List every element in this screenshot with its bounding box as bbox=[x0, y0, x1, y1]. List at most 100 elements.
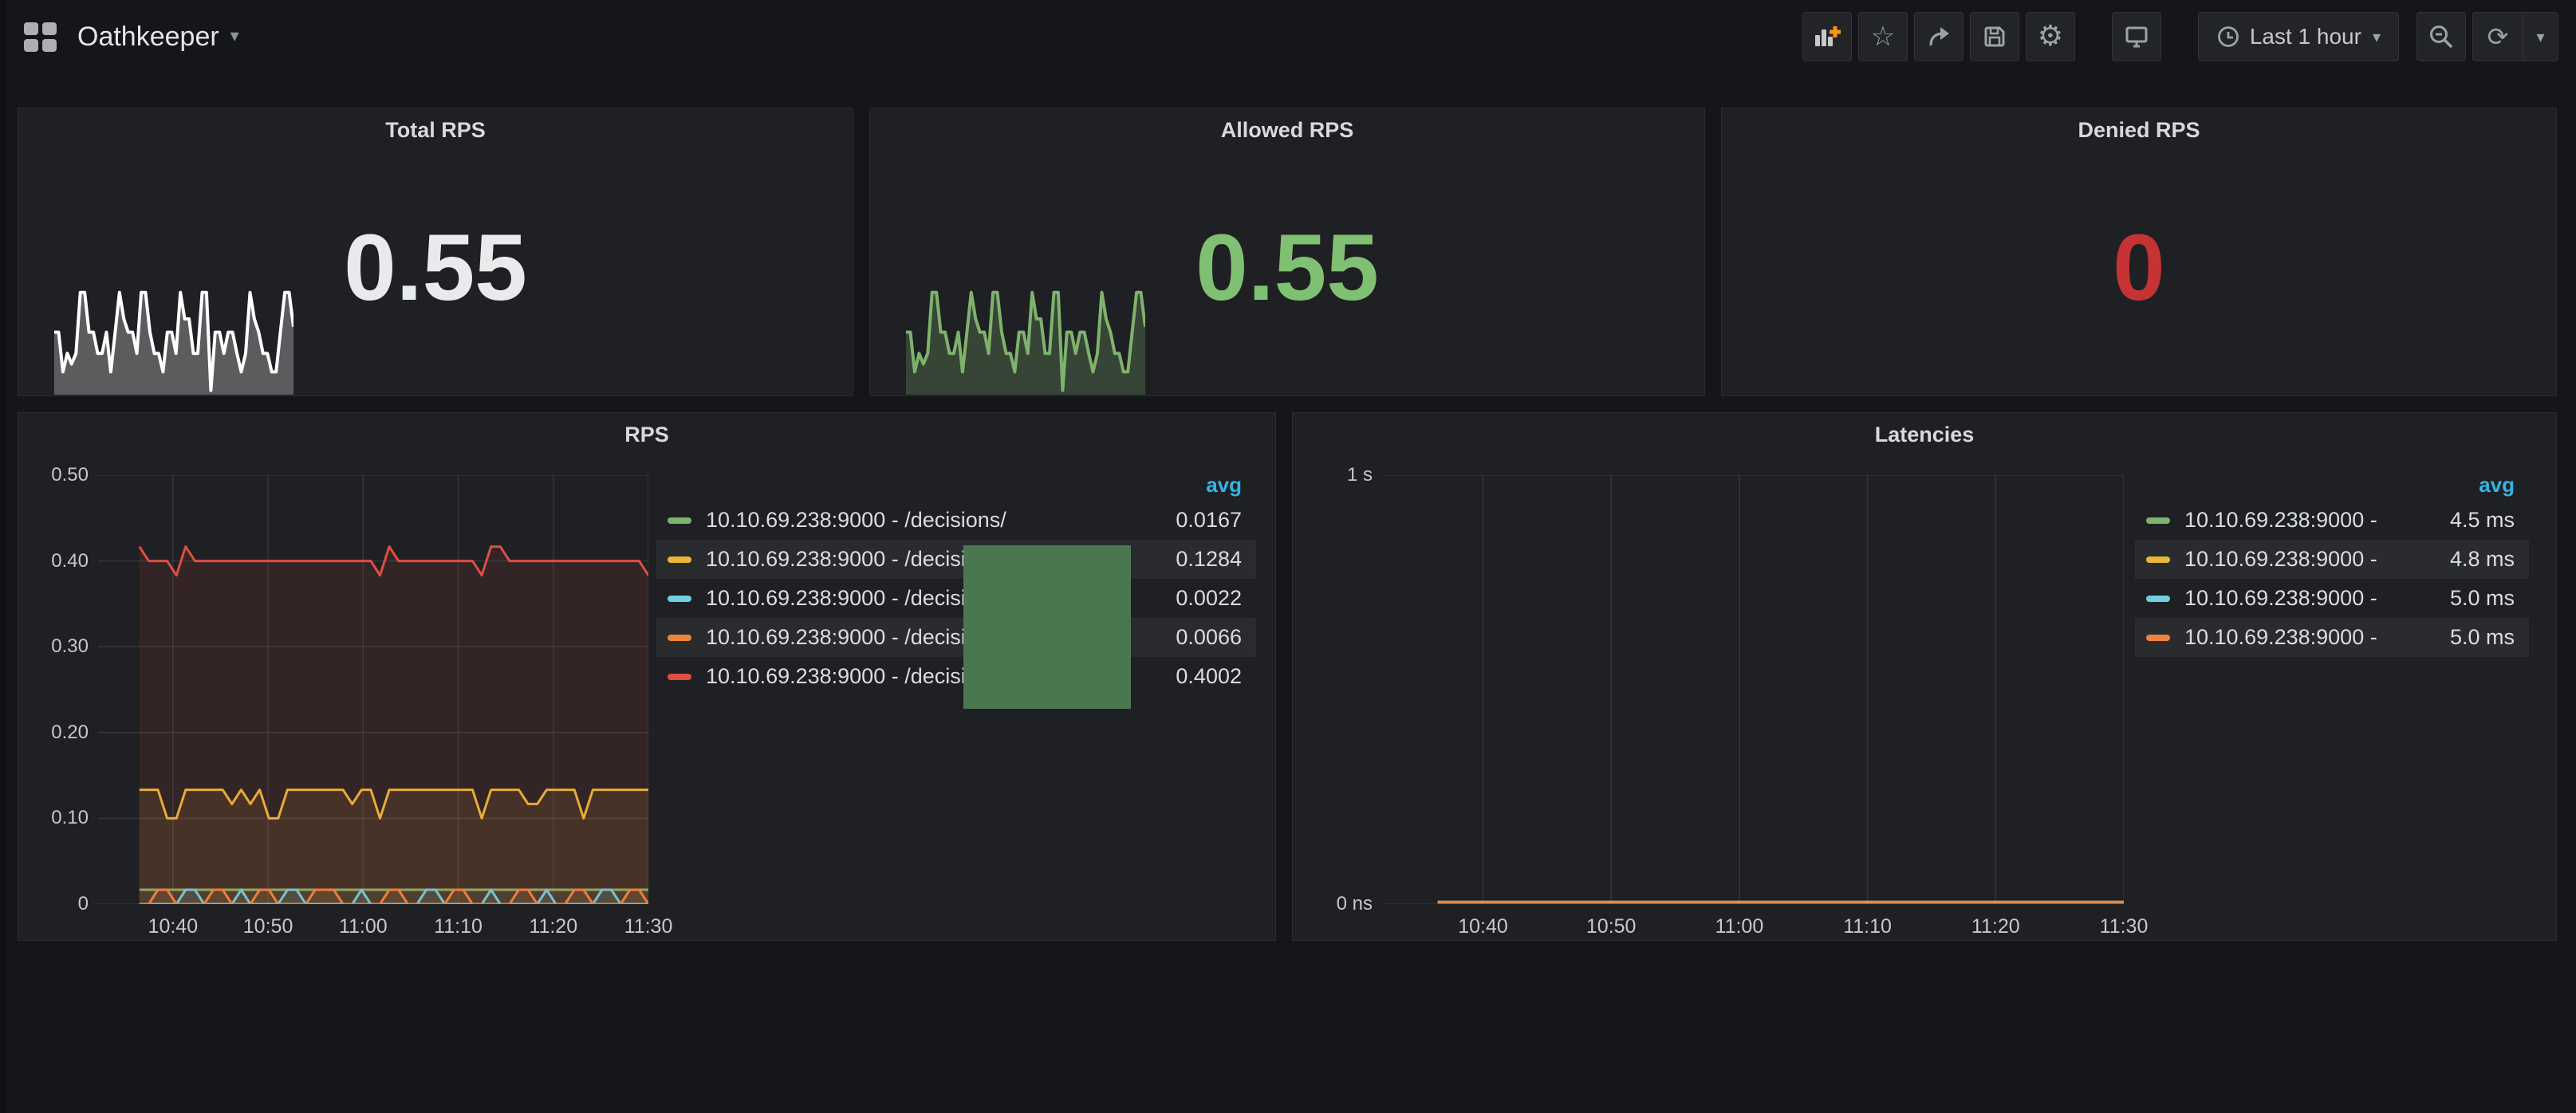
sidebar-edge bbox=[0, 0, 6, 1113]
series-color-swatch[interactable] bbox=[2146, 517, 2170, 524]
stat-value: 0.55 bbox=[18, 217, 853, 321]
panel-latencies-graph: Latencies 1 s0 ns10:4010:5011:0011:1011:… bbox=[1292, 412, 2557, 941]
legend-row[interactable]: 10.10.69.238:9000 - p1005.0 ms bbox=[2135, 618, 2529, 657]
zoom-out-icon bbox=[2428, 24, 2454, 49]
series-name[interactable]: 10.10.69.238:9000 - /decisions/ bbox=[706, 586, 1006, 611]
legend-row[interactable]: 10.10.69.238:9000 - p904.5 ms bbox=[2135, 501, 2529, 540]
legend-row[interactable]: 10.10.69.238:9000 - /decisions/0.1284 bbox=[656, 540, 1256, 579]
x-axis-tick: 11:30 bbox=[624, 915, 673, 938]
series-color-swatch[interactable] bbox=[668, 635, 691, 641]
refresh-caret-icon: ▾ bbox=[2536, 29, 2544, 45]
star-button[interactable]: ☆ bbox=[1858, 12, 1908, 61]
series-name[interactable]: 10.10.69.238:9000 - p99 bbox=[2184, 586, 2379, 611]
series-color-swatch[interactable] bbox=[2146, 556, 2170, 563]
latencies-legend: avg10.10.69.238:9000 - p904.5 ms10.10.69… bbox=[2135, 469, 2529, 657]
dashboards-grid-icon[interactable] bbox=[24, 22, 57, 52]
grid-square bbox=[24, 39, 38, 52]
series-name[interactable]: 10.10.69.238:9000 - /decisions/ bbox=[706, 508, 1006, 533]
legend-avg-header[interactable]: avg bbox=[2135, 469, 2529, 501]
series-name[interactable]: 10.10.69.238:9000 - /decisions/ bbox=[706, 664, 1006, 689]
panel-title[interactable]: Total RPS bbox=[18, 118, 853, 143]
monitor-icon bbox=[2124, 24, 2149, 49]
legend-row[interactable]: 10.10.69.238:9000 - /decisions/0.0167 bbox=[656, 501, 1256, 540]
series-name[interactable]: 10.10.69.238:9000 - p95 bbox=[2184, 547, 2379, 572]
series-color-swatch[interactable] bbox=[668, 596, 691, 602]
y-axis-tick: 0 bbox=[30, 893, 89, 915]
legend-avg-header[interactable]: avg bbox=[656, 469, 1256, 501]
gear-icon: ⚙ bbox=[2038, 22, 2063, 51]
grid-square bbox=[24, 22, 38, 35]
grid-square bbox=[42, 22, 57, 35]
stat-value: 0.55 bbox=[870, 217, 1704, 321]
time-range-label: Last 1 hour bbox=[2250, 24, 2361, 49]
panel-title[interactable]: Allowed RPS bbox=[870, 118, 1704, 143]
panel-allowed-rps: Allowed RPS 0.55 bbox=[869, 108, 1705, 396]
legend-row[interactable]: 10.10.69.238:9000 - /decisions/0.0022 bbox=[656, 579, 1256, 618]
refresh-interval-dropdown[interactable]: ▾ bbox=[2523, 13, 2558, 61]
zoom-out-button[interactable] bbox=[2416, 12, 2466, 61]
series-color-swatch[interactable] bbox=[2146, 596, 2170, 602]
title-caret-icon[interactable]: ▾ bbox=[230, 28, 239, 45]
refresh-button[interactable]: ⟳ bbox=[2473, 13, 2523, 61]
refresh-icon: ⟳ bbox=[2487, 24, 2509, 49]
save-button[interactable] bbox=[1970, 12, 2019, 61]
rps-legend: avg10.10.69.238:9000 - /decisions/0.0167… bbox=[656, 469, 1256, 696]
share-icon bbox=[1926, 25, 1952, 49]
settings-button[interactable]: ⚙ bbox=[2026, 12, 2075, 61]
rps-plot[interactable] bbox=[98, 475, 648, 904]
x-axis-tick: 11:10 bbox=[1843, 915, 1892, 938]
series-name[interactable]: 10.10.69.238:9000 - p100 bbox=[2184, 625, 2379, 650]
y-axis-tick: 0.40 bbox=[30, 550, 89, 572]
x-axis-tick: 10:40 bbox=[148, 915, 199, 938]
series-name[interactable]: 10.10.69.238:9000 - p90 bbox=[2184, 508, 2379, 533]
legend-row[interactable]: 10.10.69.238:9000 - p995.0 ms bbox=[2135, 579, 2529, 618]
series-avg-value: 5.0 ms bbox=[2379, 625, 2515, 650]
series-color-swatch[interactable] bbox=[668, 556, 691, 563]
clock-icon bbox=[2216, 25, 2240, 49]
legend-row[interactable]: 10.10.69.238:9000 - p954.8 ms bbox=[2135, 540, 2529, 579]
star-icon: ☆ bbox=[1871, 23, 1895, 50]
y-axis-tick: 0.20 bbox=[30, 722, 89, 744]
dashboard-title[interactable]: Oathkeeper bbox=[77, 22, 219, 53]
y-axis-tick: 0.30 bbox=[30, 635, 89, 658]
series-color-swatch[interactable] bbox=[2146, 635, 2170, 641]
x-axis-tick: 11:20 bbox=[529, 915, 577, 938]
green-overlay bbox=[963, 545, 1131, 709]
add-panel-icon bbox=[1813, 25, 1841, 49]
time-range-button[interactable]: Last 1 hour ▾ bbox=[2198, 12, 2399, 61]
series-color-swatch[interactable] bbox=[668, 674, 691, 680]
cycle-view-button[interactable] bbox=[2112, 12, 2161, 61]
x-axis-tick: 11:10 bbox=[434, 915, 483, 938]
panel-total-rps: Total RPS 0.55 bbox=[18, 108, 853, 396]
panel-title[interactable]: Latencies bbox=[1293, 423, 2556, 447]
x-axis-tick: 11:20 bbox=[1971, 915, 2020, 938]
grid-square bbox=[42, 39, 57, 52]
legend-row[interactable]: 10.10.69.238:9000 - /decisions/0.4002 bbox=[656, 657, 1256, 696]
x-axis-tick: 10:50 bbox=[243, 915, 293, 938]
latencies-plot[interactable] bbox=[1382, 475, 2124, 904]
series-avg-value: 4.8 ms bbox=[2379, 547, 2515, 572]
y-axis-tick: 0.10 bbox=[30, 807, 89, 829]
legend-row[interactable]: 10.10.69.238:9000 - /decisions/0.0066 bbox=[656, 618, 1256, 657]
y-axis-tick: 0.50 bbox=[30, 464, 89, 486]
navbar-actions: ☆ ⚙ bbox=[1796, 12, 2558, 61]
add-panel-button[interactable] bbox=[1802, 12, 1852, 61]
series-color-swatch[interactable] bbox=[668, 517, 691, 524]
panel-denied-rps: Denied RPS 0 bbox=[1721, 108, 2557, 396]
series-avg-value: 4.5 ms bbox=[2379, 508, 2515, 533]
x-axis-tick: 11:30 bbox=[2100, 915, 2149, 938]
y-axis-tick: 0 ns bbox=[1304, 893, 1373, 915]
x-axis-tick: 11:00 bbox=[1715, 915, 1764, 938]
series-name[interactable]: 10.10.69.238:9000 - /decisions/ bbox=[706, 625, 1006, 650]
panel-title[interactable]: RPS bbox=[18, 423, 1275, 447]
series-avg-value: 5.0 ms bbox=[2379, 586, 2515, 611]
x-axis-tick: 11:00 bbox=[339, 915, 388, 938]
share-button[interactable] bbox=[1914, 12, 1964, 61]
refresh-button-group: ⟳ ▾ bbox=[2472, 12, 2558, 61]
save-icon bbox=[1982, 24, 2007, 49]
navbar-left: Oathkeeper ▾ bbox=[24, 22, 239, 53]
panel-title[interactable]: Denied RPS bbox=[1722, 118, 2556, 143]
series-name[interactable]: 10.10.69.238:9000 - /decisions/ bbox=[706, 547, 1006, 572]
series-avg-value: 0.0167 bbox=[1106, 508, 1242, 533]
navbar: Oathkeeper ▾ ☆ bbox=[0, 0, 2576, 73]
